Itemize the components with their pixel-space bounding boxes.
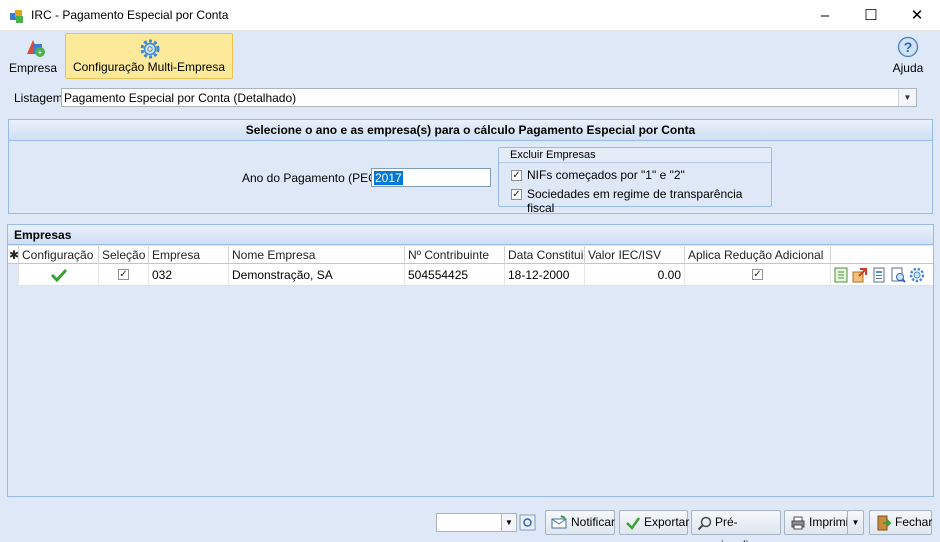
toolbar: + Empresa Configuração Multi-Empresa ? A… [0,31,940,83]
preview-icon[interactable] [890,267,906,283]
envelope-icon [551,515,567,529]
nifs-label: NIFs começados por "1" e "2" [527,168,685,182]
notificar-button[interactable]: Notificar [545,510,615,535]
svg-text:+: + [38,48,43,57]
col-contribuinte[interactable]: Nº Contribuinte [405,246,505,264]
valor-iec-cell: 0.00 [585,264,685,286]
table-row[interactable]: ✓ 032 Demonstração, SA 504554425 18-12-2… [8,264,933,286]
empresas-panel: Empresas ✱ Configuração Seleção Empresa … [7,224,934,497]
sheet-icon[interactable] [833,267,849,283]
nifs-checkbox[interactable]: ✓ [511,170,522,181]
title-bar: IRC - Pagamento Especial por Conta – ☐ ✕ [0,0,940,31]
aplica-reducao-checkbox[interactable]: ✓ [752,269,763,280]
col-selecao[interactable]: Seleção [99,246,149,264]
magnifier-icon [697,516,712,531]
svg-text:?: ? [904,39,913,55]
chevron-down-icon[interactable]: ▼ [898,89,916,106]
check-icon [50,268,67,283]
listagem-label: Listagem: [14,91,67,105]
configuracao-label: Configuração Multi-Empresa [72,60,226,74]
fechar-label: Fechar [895,515,933,529]
document-icon[interactable] [871,267,887,283]
imprimir-dropdown[interactable]: ▼ [847,510,864,535]
app-icon [10,10,23,23]
configuracao-cell [19,264,99,286]
col-valor-iec[interactable]: Valor IEC/ISV [585,246,685,264]
minimize-button[interactable]: – [802,0,848,31]
company-icon: + [27,40,45,57]
listagem-value: Pagamento Especial por Conta (Detalhado) [64,91,297,105]
grid-header: ✱ Configuração Seleção Empresa Nome Empr… [8,246,933,264]
export-icon[interactable] [852,267,868,283]
listagem-select[interactable]: Pagamento Especial por Conta (Detalhado)… [61,88,917,107]
selection-panel: Selecione o ano e as empresa(s) para o c… [8,119,933,215]
row-indicator-header: ✱ [9,246,19,264]
imprimir-button[interactable]: Imprimir [784,510,852,535]
contribuinte-cell: 504554425 [405,264,505,286]
gear-icon [140,39,160,59]
selecao-cell: ✓ [99,264,149,286]
pre-visualizar-label: Pré-visualizar [715,515,765,542]
exportar-label: Exportar [644,515,690,529]
empresa-label: Empresa [8,61,58,75]
excluir-empresas-title: Excluir Empresas [499,148,771,163]
maximize-button[interactable]: ☐ [848,0,894,31]
excluir-empresas-group: Excluir Empresas ✓ NIFs começados por "1… [498,147,772,215]
ano-pagamento-label: Ano do Pagamento (PEC): [242,171,385,185]
exit-door-icon [877,515,891,531]
fechar-button[interactable]: Fechar [869,510,932,535]
ajuda-button[interactable]: ? Ajuda [886,33,930,79]
sociedades-label: Sociedades em regime de transparência fi… [527,187,743,215]
pre-visualizar-button[interactable]: Pré-visualizar [691,510,781,542]
selection-panel-header: Selecione o ano e as empresa(s) para o c… [9,120,932,141]
col-actions [831,246,933,264]
row-indicator [8,264,19,286]
col-nome-empresa[interactable]: Nome Empresa [229,246,405,264]
col-configuracao[interactable]: Configuração [19,246,99,264]
window-title: IRC - Pagamento Especial por Conta [31,8,229,22]
data-constituicao-cell: 18-12-2000 [505,264,585,286]
close-button[interactable]: ✕ [894,0,940,31]
row-actions [831,264,933,286]
empresa-button[interactable]: + Empresa [5,33,61,79]
notificar-label: Notificar [571,515,616,529]
empresa-cell: 032 [149,264,229,286]
calendar-icon[interactable] [519,514,536,531]
filter-combo[interactable] [436,513,502,532]
col-data-constituicao[interactable]: Data Constituição [505,246,585,264]
configuracao-multi-empresa-button[interactable]: Configuração Multi-Empresa [65,33,233,79]
col-empresa[interactable]: Empresa [149,246,229,264]
ajuda-label: Ajuda [892,61,924,75]
gear-icon[interactable] [909,267,925,283]
printer-icon [791,516,805,530]
nome-empresa-cell: Demonstração, SA [229,264,405,286]
chevron-down-icon[interactable]: ▼ [501,513,517,532]
aplica-reducao-cell: ✓ [685,264,831,286]
sociedades-checkbox[interactable]: ✓ [511,189,522,200]
exportar-button[interactable]: Exportar [619,510,690,535]
help-icon: ? [897,36,919,58]
imprimir-label: Imprimir [809,515,853,529]
ano-pagamento-value: 2017 [374,171,403,185]
bottom-bar: ▼ Notificar Exportar Pré-visualizar Impr… [0,505,940,542]
chevron-down-icon: ▼ [851,518,860,527]
col-aplica-reducao[interactable]: Aplica Redução Adicional [685,246,831,264]
selecao-checkbox[interactable]: ✓ [118,269,129,280]
ano-pagamento-input[interactable]: 2017 [371,168,491,187]
empresas-header: Empresas [8,225,933,245]
grid-empty-area [8,287,933,496]
export-icon [626,517,641,530]
